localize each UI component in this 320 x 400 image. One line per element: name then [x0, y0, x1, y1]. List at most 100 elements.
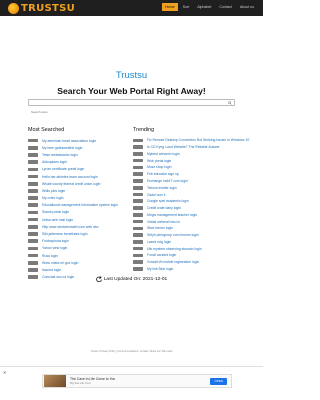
list-item-link[interactable]: Hello bar athletes team account login — [42, 175, 98, 179]
list-badge — [133, 185, 143, 190]
list-item-link[interactable]: Foldosphora login — [42, 239, 69, 243]
list-badge — [28, 217, 38, 222]
list-item-link[interactable]: Foncil sanded login — [147, 253, 176, 257]
ad-banner[interactable]: The Cave In Life Come to You Big Sea Lif… — [42, 374, 232, 388]
list-badge — [28, 203, 38, 208]
list-item: Mngw management teacher login — [133, 211, 249, 218]
list-item-link[interactable]: My link Blue login — [147, 267, 173, 271]
list-item-link[interactable]: Fix Remote Desktop Connection Not Workin… — [147, 138, 249, 142]
nav-link-home[interactable]: Home — [162, 3, 178, 11]
list-item: Wize benen login — [133, 225, 249, 232]
list-item-link[interactable]: Wsb portal login — [147, 159, 171, 163]
list-item-link[interactable]: Isacma login — [42, 268, 61, 272]
refresh-icon — [95, 276, 102, 282]
ad-open-button[interactable]: OPEN — [210, 377, 227, 385]
list-item-link[interactable]: Slbi jaliemese benefiates login — [42, 232, 88, 236]
list-item-link[interactable]: Utb mystem observing sbonaio login — [147, 247, 202, 251]
list-item: Slbi jaliemese benefiates login — [28, 230, 118, 237]
list-item-link[interactable]: Visbal webmail wsu in — [147, 220, 180, 224]
list-item-link[interactable]: Gsdoi wwr k — [147, 193, 165, 197]
list-item-link[interactable]: Govtalt t/b mobile registration login — [147, 260, 199, 264]
list-badge — [133, 246, 143, 251]
list-item-link[interactable]: Unisa web mail login — [42, 218, 73, 222]
list-item-link[interactable]: Lyrom certificate portal login — [42, 167, 84, 171]
list-badge — [28, 260, 38, 265]
list-item-link[interactable]: My american heart association login — [42, 139, 96, 143]
list-item-link[interactable]: My bme gatesweathe login — [42, 146, 82, 150]
most-searched-list: My american heart association login My bm… — [28, 137, 118, 281]
search-icon[interactable] — [228, 101, 232, 105]
list-badge — [133, 158, 143, 163]
list-badge — [133, 165, 143, 170]
list-item: Telcom insider login — [133, 184, 249, 191]
list-item-link[interactable]: Tetse ambassador login — [42, 153, 78, 157]
list-item-link[interactable]: Wize benen login — [147, 226, 173, 230]
list-badge — [133, 260, 143, 264]
list-item-link[interactable]: Rusa login — [42, 254, 58, 258]
list-badge — [133, 179, 143, 183]
list-item: Tetse ambassador login — [28, 151, 118, 158]
list-item: Willis jobs login — [28, 187, 118, 194]
site-logo[interactable]: TRUSTSU — [8, 1, 75, 15]
ad-title: The Cave In Life Come to You — [70, 377, 116, 381]
list-item-link[interactable]: Sbfyh peregroup com forums login — [147, 233, 199, 237]
nav-links: Home Sort Alphabet Contact About us — [162, 3, 257, 11]
ad-source: Big Sea Life Cove — [70, 382, 91, 385]
search-input[interactable] — [29, 109, 219, 115]
list-item: My cvtev login — [28, 195, 118, 202]
list-item-link[interactable]: Mngw management teacher login — [147, 213, 197, 217]
list-item-link[interactable]: Siamb portal login — [42, 210, 69, 214]
nav-link-sort[interactable]: Sort — [180, 3, 193, 11]
last-updated-text: Last Updated On: 2021-12-01 — [103, 276, 168, 282]
list-item: Unisa web mail login — [28, 216, 118, 223]
list-badge — [133, 152, 143, 156]
list-badge — [133, 233, 143, 237]
list-item-link[interactable]: Lased rutg login — [147, 240, 171, 244]
list-item: Google spel academic login — [133, 198, 249, 205]
ad-close-icon[interactable]: ✕ — [3, 370, 6, 375]
list-badge — [133, 192, 143, 197]
list-badge — [133, 219, 143, 224]
list-item: Credit crate dairy login — [133, 205, 249, 212]
list-item: Http www strokebrowfel com web abc — [28, 223, 118, 230]
list-badge — [28, 167, 38, 172]
list-item: Fix Remote Desktop Connection Not Workin… — [133, 137, 249, 144]
list-badge — [133, 199, 143, 204]
list-item-link[interactable]: Whale county federal credit union login — [42, 182, 100, 186]
list-item-link[interactable]: Is CD Kyng Land Website? The Reliable An… — [147, 145, 220, 149]
list-item: My link Blue login — [133, 266, 249, 273]
list-item: Muzz shop login — [133, 164, 249, 171]
list-badge — [28, 145, 38, 150]
list-badge — [133, 206, 143, 210]
list-item-link[interactable]: Exchange haloIT com login — [147, 179, 188, 183]
list-item: Wsb portal login — [133, 157, 249, 164]
list-item-link[interactable]: Http www strokebrowfel com web abc — [42, 225, 99, 229]
list-item-link[interactable]: Yahoo view login — [42, 246, 67, 250]
list-badge — [133, 145, 143, 149]
hero-title: Trustsu — [115, 70, 148, 81]
list-badge — [28, 232, 38, 236]
list-item-link[interactable]: Www ndsta ml gov login — [42, 261, 78, 265]
footer-text[interactable]: Trustsu | Privacy Policy | Terms & Condi… — [91, 350, 173, 353]
list-badge — [28, 160, 38, 164]
list-item: Fnb educator sign up — [133, 171, 249, 178]
list-badge — [28, 246, 38, 251]
list-badge — [133, 240, 143, 244]
list-item-link[interactable]: Google spel academic login — [147, 199, 189, 203]
list-item-link[interactable]: Telcom insider login — [147, 186, 177, 190]
list-item: Foldosphora login — [28, 238, 118, 245]
list-item-link[interactable]: My cvtev login — [42, 196, 63, 200]
list-item-link[interactable]: Mybest wlearnin login — [147, 152, 180, 156]
list-item-link[interactable]: Fnb educator sign up — [147, 172, 179, 176]
list-item-link[interactable]: Educational management information syste… — [42, 203, 118, 207]
nav-link-contact[interactable]: Contact — [216, 3, 234, 11]
list-item: Lyrom certificate portal login — [28, 166, 118, 173]
list-badge — [133, 213, 143, 217]
list-item-link[interactable]: Credit crate dairy login — [147, 206, 181, 210]
list-item-link[interactable]: Muzz shop login — [147, 165, 172, 169]
nav-link-about[interactable]: About us — [237, 3, 257, 11]
nav-link-alphabet[interactable]: Alphabet — [194, 3, 214, 11]
list-badge — [28, 189, 38, 193]
list-item-link[interactable]: Willis jobs login — [42, 189, 65, 193]
list-item-link[interactable]: Aldouplans login — [42, 160, 67, 164]
